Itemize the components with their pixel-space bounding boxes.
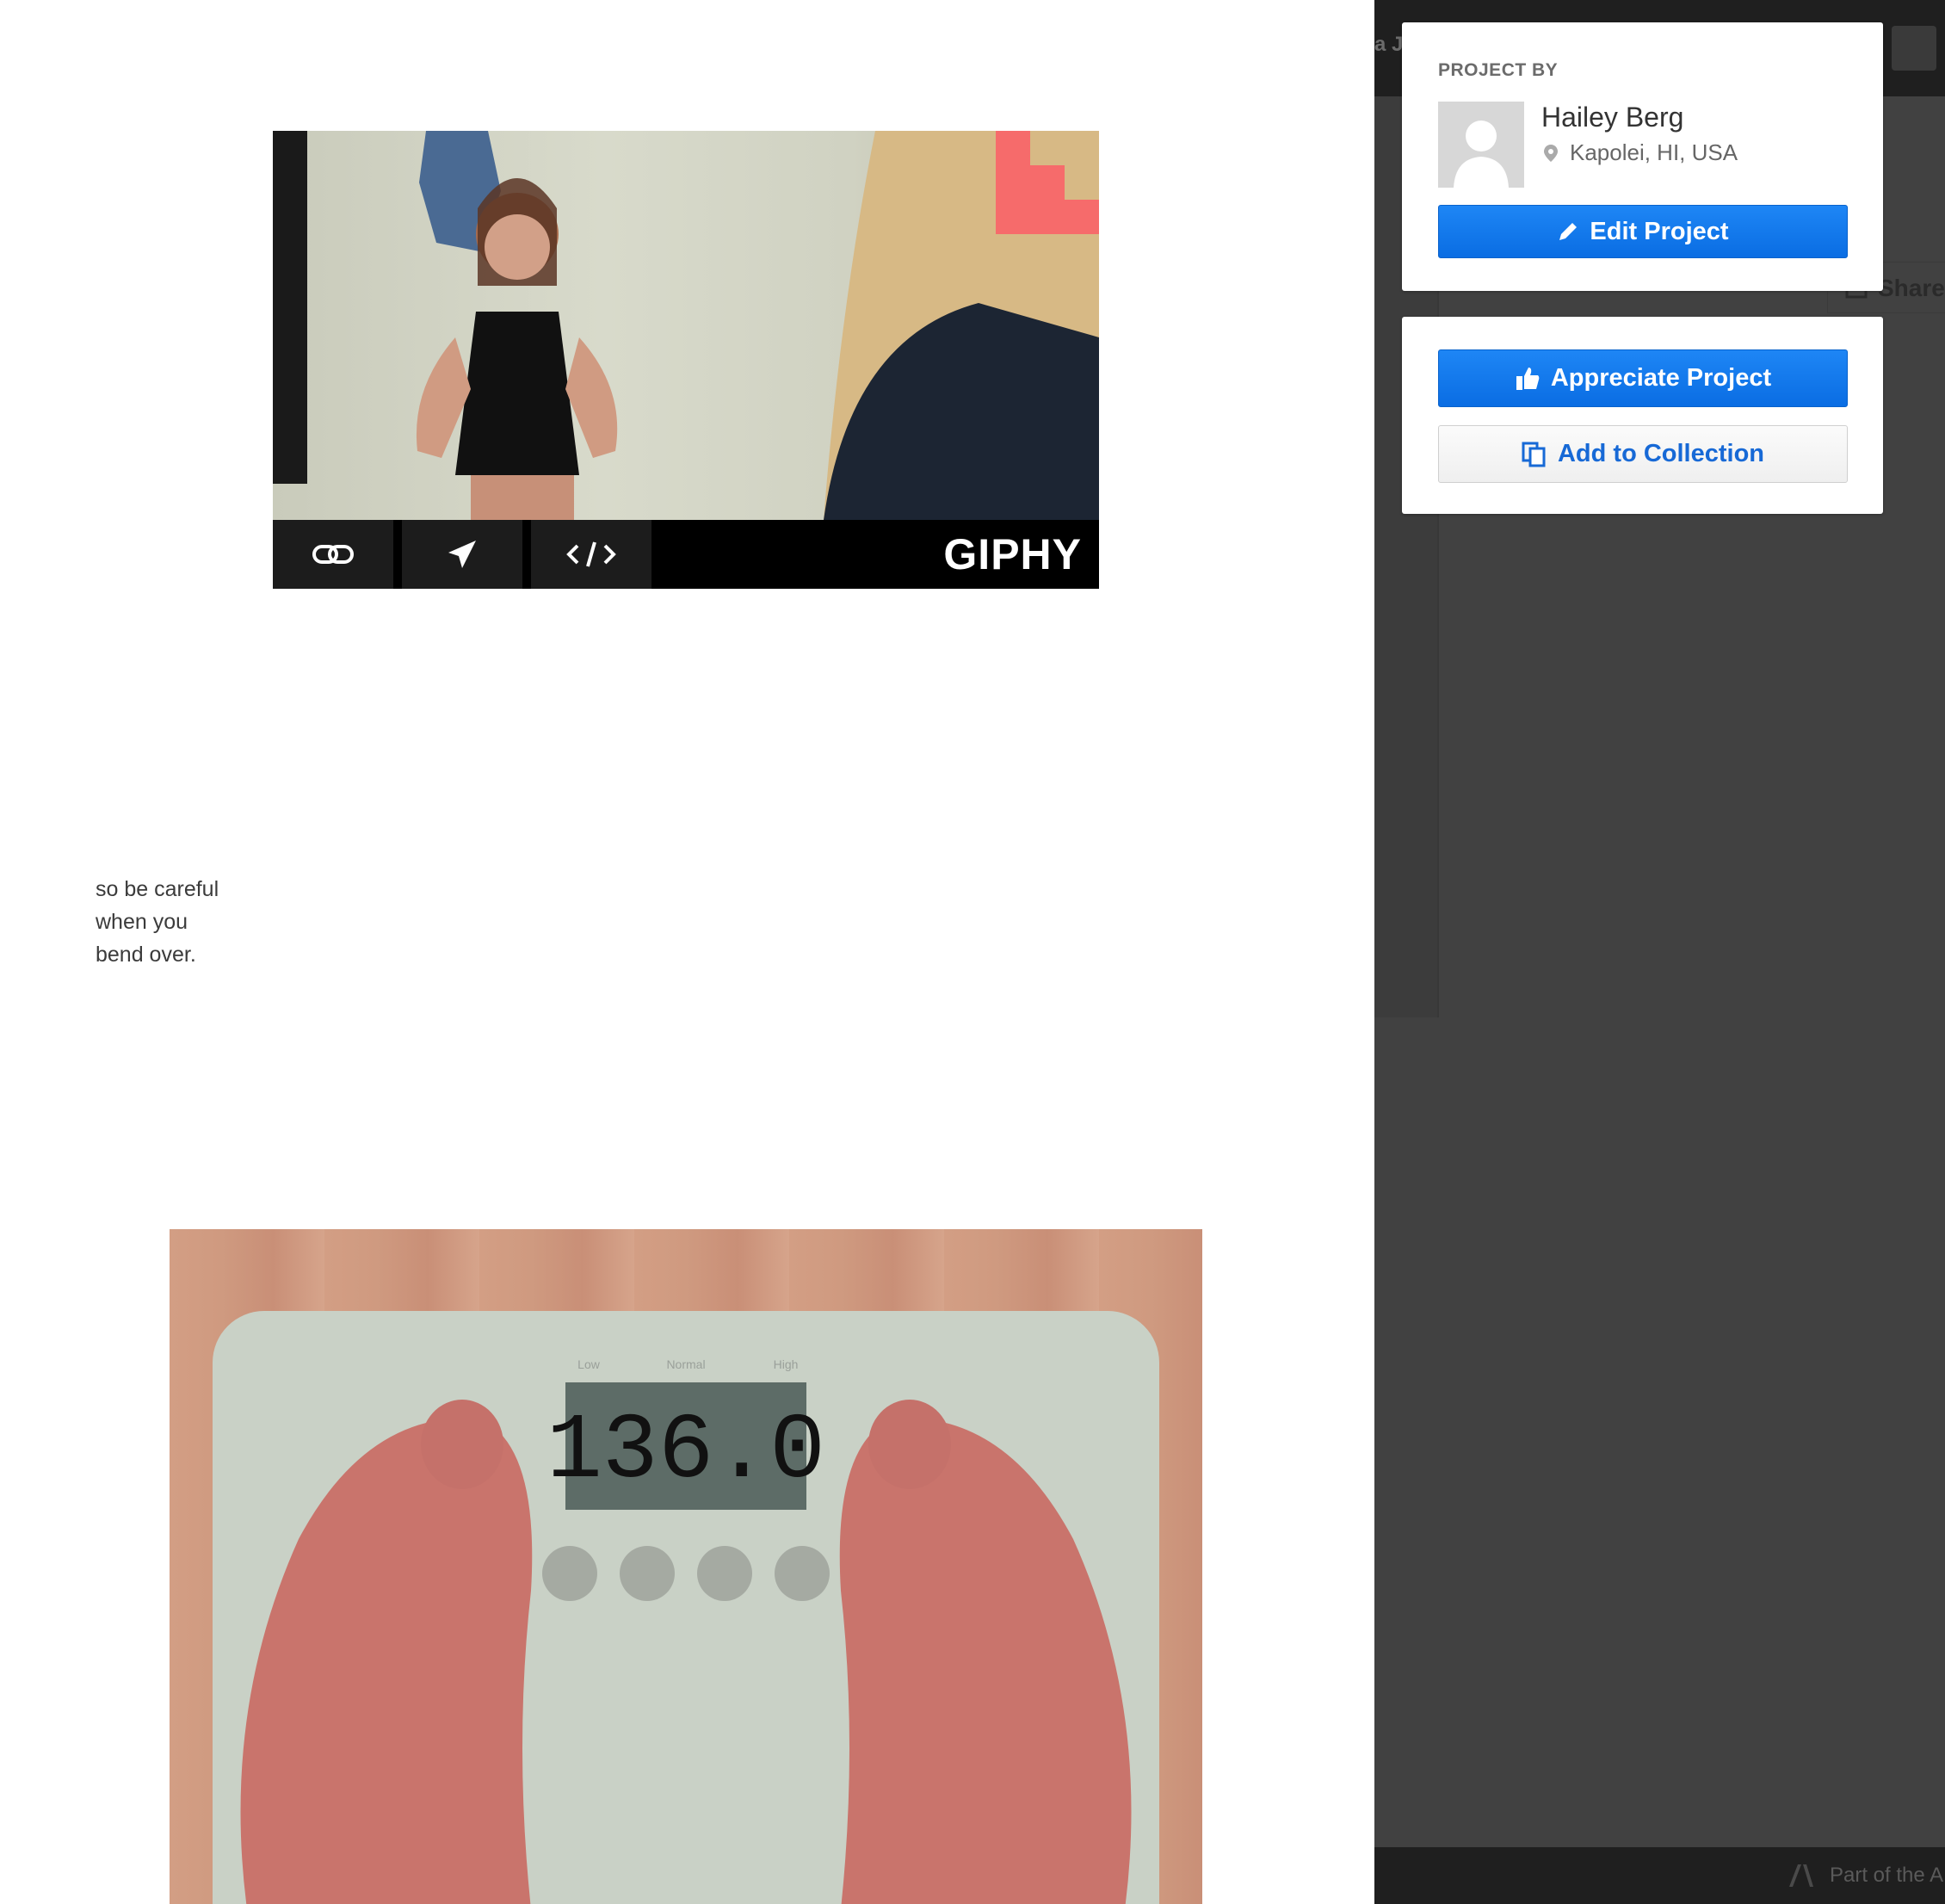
edit-project-label: Edit Project [1590, 217, 1729, 245]
code-embed-icon [566, 541, 616, 567]
default-avatar-icon [1454, 121, 1509, 188]
add-to-collection-button[interactable]: Add to Collection [1438, 425, 1848, 483]
project-content: GIPHY so be careful when you bend over. … [0, 0, 1374, 1904]
share-label: Share [1878, 275, 1945, 301]
scale-indicator-low: Low [577, 1357, 601, 1371]
owner-location[interactable]: Kapolei, HI, USA [1570, 139, 1738, 166]
copy-link-button[interactable] [273, 520, 393, 589]
adobe-icon [1789, 1864, 1813, 1887]
location-pin-icon [1544, 145, 1558, 162]
appreciate-project-button[interactable]: Appreciate Project [1438, 349, 1848, 407]
project-actions-card: Appreciate Project Add to Collection [1402, 317, 1883, 514]
gif-animation[interactable] [273, 131, 1099, 520]
caption-line: when you [96, 910, 188, 934]
scale-indicator-high: High [774, 1357, 799, 1371]
project-caption-text: so be careful when you bend over. [96, 873, 268, 971]
scale-gif-image: 136.0 Low Normal High [170, 1229, 1202, 1904]
link-icon [312, 545, 354, 564]
giphy-embed: GIPHY [273, 131, 1099, 589]
appreciate-label: Appreciate Project [1550, 364, 1772, 392]
scale-readout: 136.0 [546, 1400, 825, 1505]
project-by-label: PROJECT BY [1438, 60, 1559, 80]
giphy-toolbar: GIPHY [273, 520, 1099, 589]
thumbs-up-icon [1516, 367, 1540, 390]
collection-icon [1522, 442, 1546, 467]
caption-line: so be careful [96, 877, 219, 901]
paper-plane-icon [448, 541, 476, 568]
share-gif-button[interactable] [402, 520, 522, 589]
footer-text[interactable]: Part of the A [1830, 1847, 1943, 1904]
edit-project-button[interactable]: Edit Project [1438, 205, 1848, 258]
caption-line: bend over. [96, 943, 196, 967]
owner-avatar[interactable] [1438, 102, 1524, 188]
pencil-icon [1559, 223, 1578, 240]
project-owner-card: PROJECT BY Hailey Berg Kapolei, HI, USA … [1402, 22, 1883, 291]
user-avatar[interactable] [1892, 26, 1936, 71]
add-to-collection-label: Add to Collection [1557, 440, 1765, 467]
owner-name[interactable]: Hailey Berg [1541, 102, 1683, 133]
embed-gif-button[interactable] [531, 520, 651, 589]
giphy-logo[interactable]: GIPHY [943, 520, 1082, 589]
scale-indicator-normal: Normal [666, 1357, 705, 1371]
